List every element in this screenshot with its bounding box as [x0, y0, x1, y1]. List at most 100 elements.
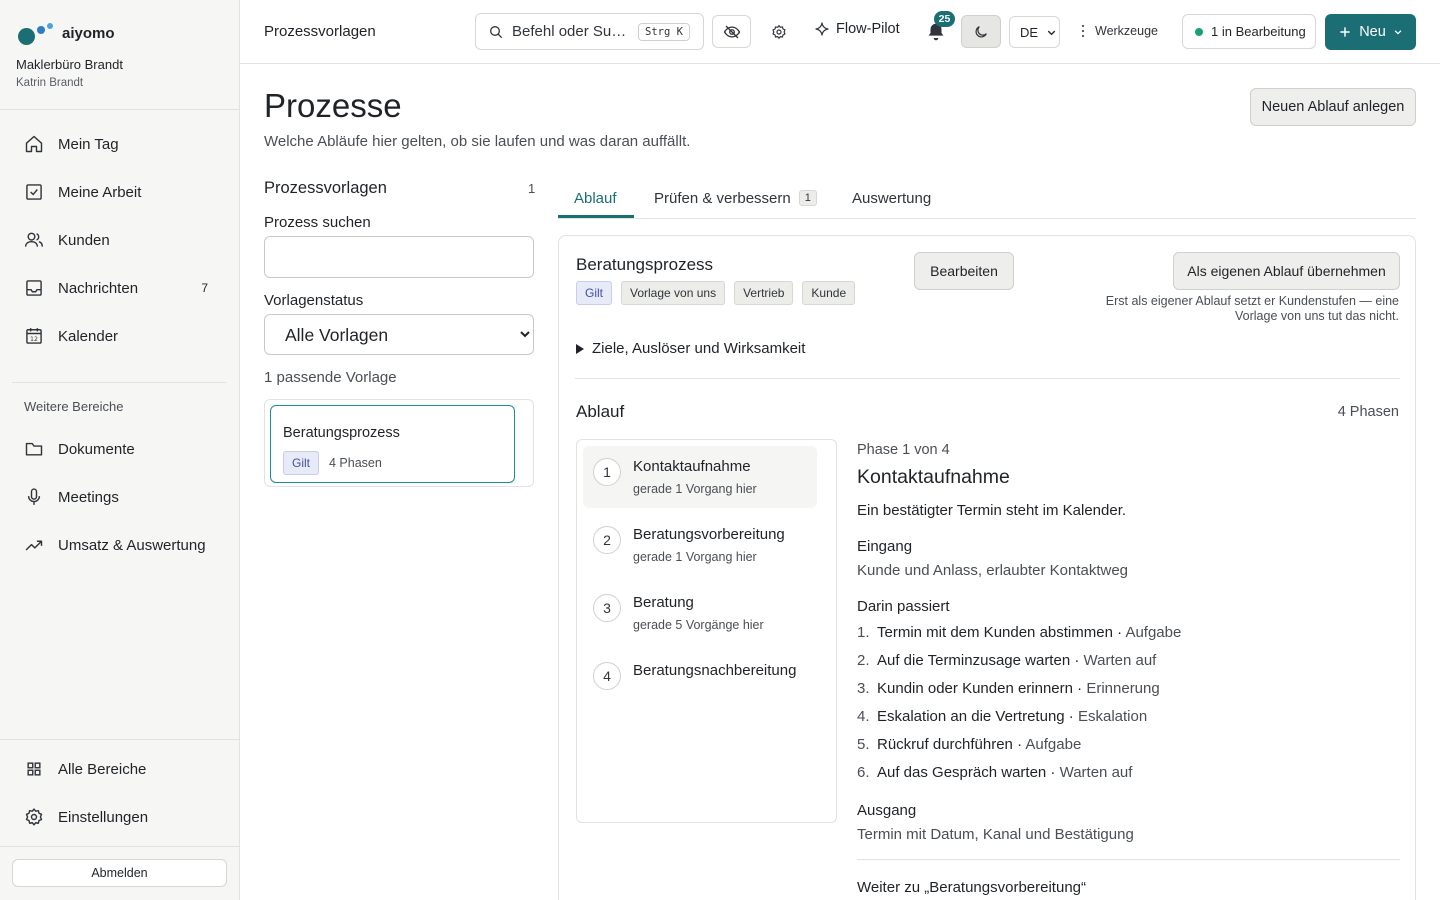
phase-list: 1 Kontaktaufnahme gerade 1 Vorgang hier …: [576, 439, 837, 823]
sparkle-icon: [815, 22, 829, 36]
phase-title: Kontaktaufnahme: [857, 466, 1010, 488]
phase-name: Kontaktaufnahme: [633, 458, 751, 475]
status-badge: Gilt: [576, 281, 612, 305]
hide-values-button[interactable]: [712, 15, 751, 48]
sidebar-item-alle-bereiche[interactable]: Alle Bereiche: [12, 749, 226, 789]
search-label: Prozess suchen: [264, 214, 371, 231]
list-item: 3. Kundin oder Kunden erinnern · Erinneru…: [857, 680, 1160, 697]
inbox-icon: [26, 280, 42, 296]
sidebar-item-label: Nachrichten: [58, 279, 139, 297]
phase-number: 4: [593, 662, 621, 690]
new-button[interactable]: Neu: [1325, 14, 1416, 50]
eye-off-icon: [723, 25, 740, 38]
phase-item-3[interactable]: 3 Beratung gerade 5 Vorgänge hier: [583, 582, 817, 644]
detail-divider: [857, 859, 1400, 860]
goals-triggers-disclosure[interactable]: Ziele, Auslöser und Wirksamkeit: [576, 340, 805, 357]
phase-item-4[interactable]: 4 Beratungsnachbereitung: [583, 650, 817, 712]
sidebar-item-dokumente[interactable]: Dokumente: [12, 429, 226, 469]
sidebar-divider: [0, 739, 240, 740]
next-phase-link[interactable]: Weiter zu „Beratungsvorbereitung“: [857, 879, 1086, 896]
sidebar-item-mein-tag[interactable]: Mein Tag: [12, 124, 226, 164]
chevron-down-icon: [1047, 30, 1056, 35]
tab-ablauf[interactable]: Ablauf: [574, 178, 617, 218]
home-icon: [25, 135, 43, 153]
input-label: Eingang: [857, 538, 913, 555]
logout-button[interactable]: Abmelden: [12, 859, 227, 887]
dark-mode-toggle[interactable]: [961, 15, 1001, 48]
in-progress-status[interactable]: 1 in Bearbeitung: [1182, 14, 1316, 49]
search-text: Befehl oder Suche: [512, 23, 628, 40]
phase-name: Beratungsnachbereitung: [633, 662, 797, 679]
phase-case-count: gerade 1 Vorgang hier: [633, 482, 757, 496]
process-panel: Beratungsprozess Gilt Vorlage von uns Ve…: [558, 235, 1416, 900]
brand-name: aiyomo: [62, 24, 115, 42]
tab-pruefen-verbessern[interactable]: Prüfen & verbessern 1: [654, 178, 817, 218]
tools-menu[interactable]: Werkzeuge: [1081, 24, 1158, 38]
output-label: Ausgang: [857, 802, 917, 819]
tab-label: Prüfen & verbessern: [654, 189, 791, 207]
tools-label: Werkzeuge: [1095, 24, 1158, 38]
sidebar-item-meine-arbeit[interactable]: Meine Arbeit: [12, 172, 226, 212]
new-flow-button[interactable]: Neuen Ablauf anlegen: [1250, 88, 1416, 126]
language-select[interactable]: DE: [1009, 16, 1060, 48]
chevron-down-icon: [1394, 30, 1402, 35]
tab-count-badge: 1: [798, 190, 817, 206]
settings-button[interactable]: [766, 15, 792, 48]
list-item: 5. Rückruf durchführen · Aufgabe: [857, 736, 1082, 753]
phase-case-count: gerade 1 Vorgang hier: [633, 550, 757, 564]
tab-label: Ablauf: [574, 189, 617, 207]
template-phase-count: 4 Phasen: [329, 456, 382, 470]
phase-item-1[interactable]: 1 Kontaktaufnahme gerade 1 Vorgang hier: [583, 446, 817, 508]
adopt-button[interactable]: Als eigenen Ablauf übernehmen: [1173, 252, 1400, 290]
template-card[interactable]: Beratungsprozess Gilt 4 Phasen: [270, 405, 515, 483]
adopt-note: Erst als eigener Ablauf setzt er Kundens…: [1105, 294, 1399, 323]
status-dot: [1195, 27, 1203, 36]
sidebar-divider: [0, 109, 240, 110]
sidebar-item-label: Mein Tag: [58, 135, 119, 153]
phase-item-2[interactable]: 2 Beratungsvorbereitung gerade 1 Vorgang…: [583, 514, 817, 576]
sidebar-item-label: Kunden: [58, 231, 110, 249]
source-tag: Vorlage von uns: [621, 281, 726, 305]
phase-number: 1: [593, 458, 621, 486]
templates-count: 1: [528, 181, 536, 196]
flow-pilot-button[interactable]: Flow-Pilot: [814, 21, 900, 37]
command-search[interactable]: Befehl oder Suche Strg K: [475, 13, 704, 50]
phase-kicker: Phase 1 von 4: [857, 442, 950, 458]
breadcrumb: Prozessvorlagen: [264, 23, 376, 40]
status-filter-label: Vorlagenstatus: [264, 292, 364, 309]
sidebar-item-label: Meetings: [58, 488, 119, 506]
page-title: Prozesse: [264, 87, 402, 124]
calendar-icon: 12: [26, 328, 42, 344]
calendar-icon-day: 12: [30, 336, 38, 343]
sidebar-item-label: Einstellungen: [58, 808, 149, 826]
phase-number: 2: [593, 526, 621, 554]
brand[interactable]: aiyomo: [18, 22, 115, 45]
sidebar-item-kalender[interactable]: 12 Kalender: [12, 316, 226, 356]
sidebar-item-label: Umsatz & Auswertung: [58, 536, 206, 554]
sidebar-item-kunden[interactable]: Kunden: [12, 220, 226, 260]
audience-tag: Kunde: [802, 281, 856, 305]
templates-heading: Prozessvorlagen: [264, 179, 387, 197]
more-vertical-icon: [1081, 24, 1085, 38]
disclosure-triangle-icon: [576, 343, 584, 354]
phase-count: 4 Phasen: [1337, 404, 1399, 420]
sidebar-item-nachrichten[interactable]: Nachrichten 7: [12, 268, 226, 308]
active-tab-indicator: [558, 215, 634, 218]
grid-icon: [27, 762, 41, 776]
flow-heading: Ablauf: [576, 402, 625, 421]
folder-icon: [25, 442, 43, 456]
top-bar: Prozessvorlagen Befehl oder Suche Strg K…: [240, 0, 1440, 64]
microphone-icon: [27, 488, 41, 505]
template-status-select[interactable]: Alle Vorlagen: [264, 314, 534, 355]
sidebar-item-einstellungen[interactable]: Einstellungen: [12, 797, 226, 837]
process-search-input[interactable]: [264, 236, 534, 278]
sidebar-item-label: Alle Bereiche: [58, 760, 147, 778]
unread-badge: 7: [201, 281, 208, 295]
edit-button[interactable]: Bearbeiten: [914, 252, 1014, 290]
tab-auswertung[interactable]: Auswertung: [852, 178, 931, 218]
sidebar-divider: [12, 382, 226, 383]
process-tags: Gilt Vorlage von uns Vertrieb Kunde: [576, 281, 856, 305]
sidebar-item-meetings[interactable]: Meetings: [12, 477, 226, 517]
phase-name: Beratung: [633, 594, 694, 611]
sidebar-item-umsatz-auswertung[interactable]: Umsatz & Auswertung: [12, 525, 226, 565]
